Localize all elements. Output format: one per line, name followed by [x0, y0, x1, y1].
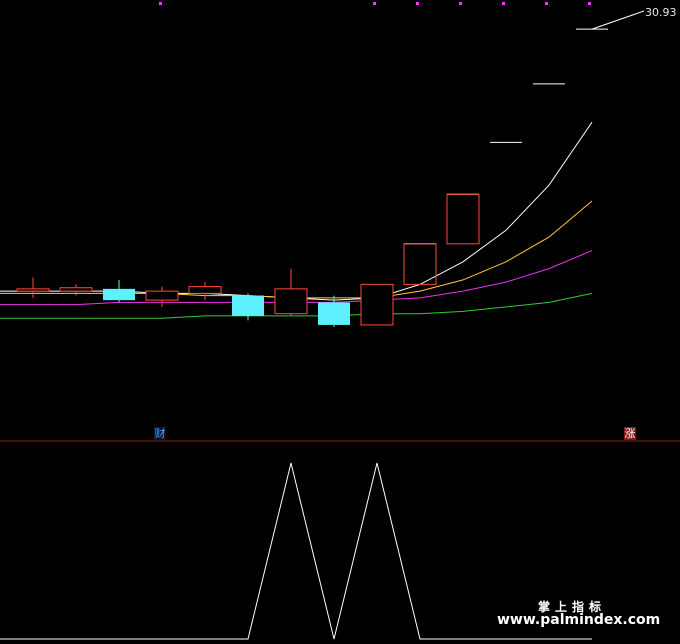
marker-dot-2 [416, 2, 419, 5]
candle-body-6 [274, 288, 308, 315]
stock-chart [0, 2, 680, 640]
watermark-url: www.palmindex.com [497, 612, 661, 628]
candle-body-1 [59, 287, 93, 292]
candle-body-0 [16, 288, 50, 292]
price-pointer [591, 10, 645, 30]
ma-line-ma_mid [0, 200, 593, 299]
marker-dot-1 [373, 2, 376, 5]
marker-dot-4 [502, 2, 505, 5]
ma-line-ma_fast [0, 121, 593, 301]
candle-body-4 [188, 286, 222, 294]
candle-body-3 [145, 290, 179, 301]
finance-badge[interactable]: 财 [154, 427, 166, 440]
marker-dot-5 [545, 2, 548, 5]
limit-up-badge[interactable]: 涨 [624, 427, 636, 440]
limit-box-10 [446, 193, 480, 245]
marker-dot-0 [159, 2, 162, 5]
marker-dot-3 [459, 2, 462, 5]
max-price-label: 30.93 [645, 6, 677, 19]
candle-body-7 [318, 302, 350, 325]
candle-body-2 [103, 288, 135, 301]
candle-body-8 [360, 283, 394, 326]
marker-dot-6 [588, 2, 591, 5]
candle-body-5 [232, 295, 264, 316]
